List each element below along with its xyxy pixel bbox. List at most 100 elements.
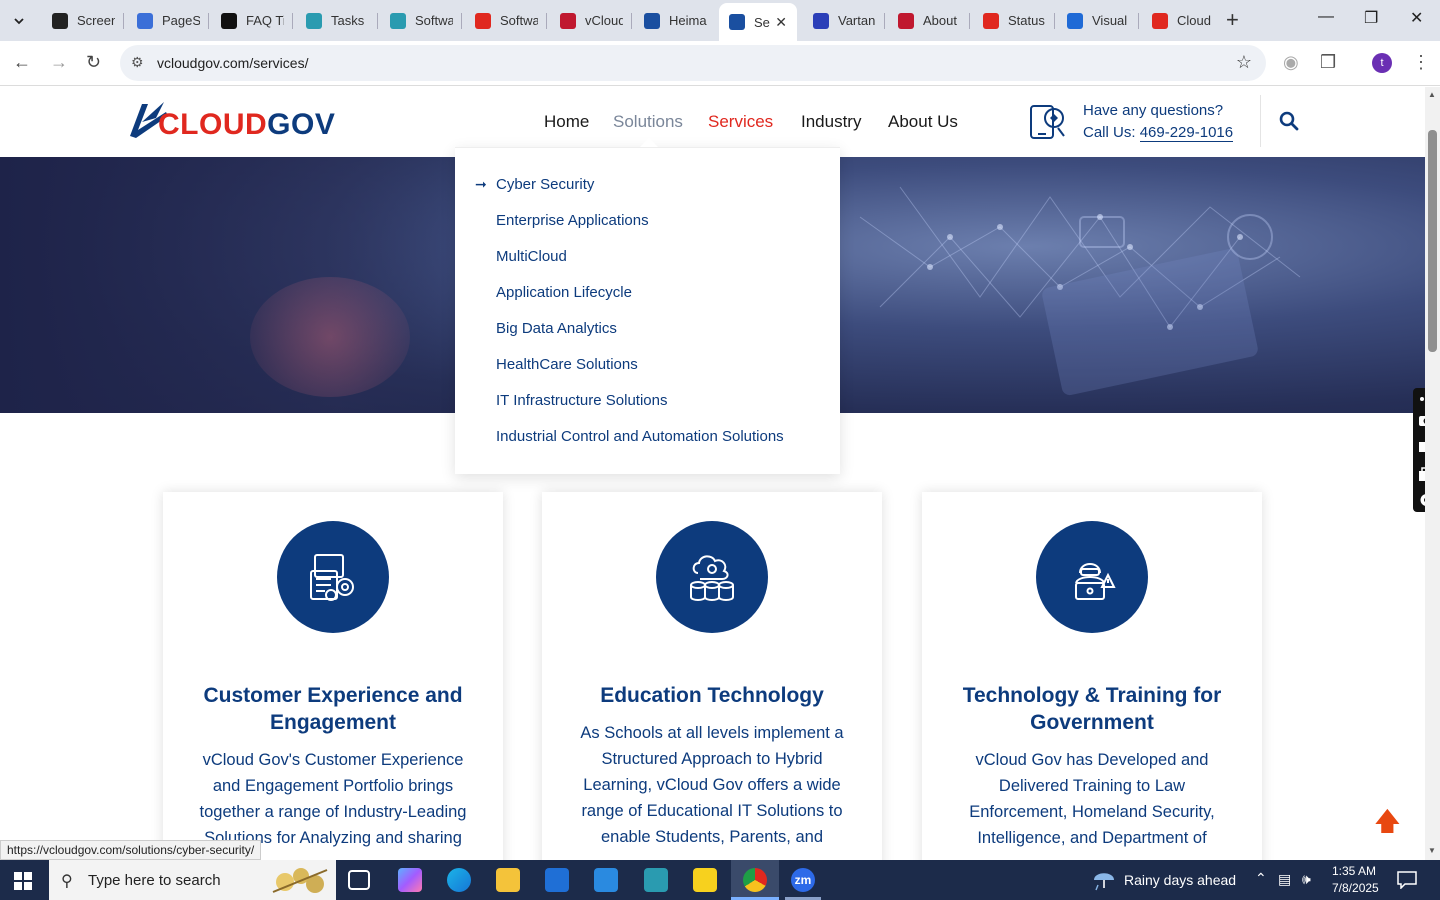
tab-favicon-icon [475,12,491,29]
tab-separator [377,13,378,29]
dropdown-item-enterprise-applications[interactable]: Enterprise Applications [496,212,649,229]
contact-question: Have any questions? [1083,102,1224,119]
browser-tab[interactable]: FAQ Ti [211,6,287,35]
service-card-government-training[interactable]: Technology & Training for Government vCl… [922,492,1262,860]
tab-search-button[interactable] [6,8,32,34]
nav-home[interactable]: Home [544,112,589,132]
page-scrollbar[interactable]: ▲ ▼ [1425,87,1440,860]
card-text-line: Structured Approach to Hybrid [601,750,823,768]
service-card-education-technology[interactable]: Education Technology As Schools at all l… [542,492,882,860]
close-window-button[interactable]: ✕ [1410,8,1423,28]
tab-favicon-icon [898,12,914,29]
browser-tab[interactable]: Cloud [1142,6,1218,35]
zoom-app-icon[interactable]: zm [791,868,815,892]
browser-tab[interactable]: Vartan [803,6,879,35]
sticky-notes-icon[interactable] [693,868,717,892]
browser-tab[interactable]: Se ✕ [719,3,797,41]
scroll-down-arrow-icon[interactable]: ▼ [1428,846,1436,855]
maximize-button[interactable]: ❐ [1364,8,1378,28]
tab-separator [1054,13,1055,29]
dropdown-item-it-infrastructure[interactable]: IT Infrastructure Solutions [496,392,667,409]
site-info-icon[interactable]: ⚙ [131,54,144,71]
close-tab-icon[interactable]: ✕ [775,14,787,31]
copilot-icon[interactable] [398,868,422,892]
card-icon-circle [656,521,768,633]
new-tab-button[interactable]: + [1226,9,1239,31]
document-settings-icon [310,554,354,601]
card-text-line: enable Students, Parents, and [601,828,823,846]
browser-tab[interactable]: Screen [42,6,118,35]
windows-start-icon[interactable] [14,872,32,890]
cloudgov-logo[interactable]: CLOUDGOV [128,100,335,141]
service-card-customer-experience[interactable]: Customer Experience and Engagement vClou… [163,492,503,860]
chrome-icon[interactable] [743,868,767,892]
taskbar-search-placeholder: Type here to search [88,872,221,889]
minimize-button[interactable]: — [1318,8,1334,26]
browser-tab[interactable]: PageSp [127,6,203,35]
microsoft-store-icon[interactable] [545,868,569,892]
back-to-top-arrow-icon[interactable]: 🡅 [1374,803,1401,847]
task-view-icon[interactable] [348,870,370,890]
browser-tab[interactable]: vCloud [550,6,626,35]
browser-tab[interactable]: Softwa [465,6,541,35]
card-title: Education Technology [600,684,824,707]
browser-tab[interactable]: About [888,6,964,35]
forward-button[interactable]: → [50,52,68,73]
browser-menu-icon[interactable]: ⋮ [1412,52,1430,73]
browser-tab[interactable]: Status [973,6,1049,35]
dropdown-item-cyber-security[interactable]: Cyber Security [496,176,594,193]
tab-separator [123,13,124,29]
browser-tab[interactable]: Visual [1057,6,1133,35]
back-button[interactable]: ← [13,52,31,73]
file-explorer-icon[interactable] [496,868,520,892]
dropdown-item-application-lifecycle[interactable]: Application Lifecycle [496,284,632,301]
app-icon[interactable] [644,868,668,892]
translate-icon[interactable]: ◉ [1283,52,1299,73]
hacker-laptop-icon [1075,563,1116,600]
network-icon[interactable]: ▤ [1278,871,1291,888]
contact-phone-link[interactable]: 469-229-1016 [1139,124,1234,142]
extensions-icon[interactable]: ❒ [1320,52,1336,73]
tab-title: Screen [77,13,115,28]
dropdown-item-industrial-control[interactable]: Industrial Control and Automation Soluti… [496,428,784,445]
bookmark-star-icon[interactable]: ☆ [1236,52,1252,73]
notifications-icon[interactable] [1397,871,1417,889]
clock-date[interactable]: 7/8/2025 [1332,881,1379,895]
address-url[interactable]: vcloudgov.com/services/ [157,55,308,71]
card-text-line: together a range of Industry-Leading [199,803,467,821]
mail-icon[interactable] [594,868,618,892]
umbrella-weather-icon[interactable] [1092,869,1116,891]
tab-title: About [923,13,957,28]
scroll-thumb[interactable] [1428,130,1437,352]
card-text-line: Learning, vCloud Gov offers a wide [583,776,841,794]
nav-services[interactable]: Services [708,112,773,132]
address-bar[interactable]: ⚙ vcloudgov.com/services/ ☆ [120,45,1266,81]
browser-tab[interactable]: Tasks [296,6,372,35]
scroll-up-arrow-icon[interactable]: ▲ [1428,90,1436,99]
browser-tab[interactable]: Heima [634,6,710,35]
volume-icon[interactable]: 🕪 [1302,871,1311,888]
tab-title: Visual [1092,13,1128,28]
nav-solutions[interactable]: Solutions [613,112,683,132]
dropdown-item-healthcare-solutions[interactable]: HealthCare Solutions [496,356,638,373]
search-icon[interactable] [1279,111,1299,131]
edge-browser-icon[interactable] [447,868,471,892]
nav-industry[interactable]: Industry [801,112,861,132]
card-icon-circle [277,521,389,633]
tab-separator [546,13,547,29]
reload-button[interactable]: ↻ [86,52,101,73]
profile-avatar[interactable]: t [1372,53,1392,73]
dropdown-item-big-data-analytics[interactable]: Big Data Analytics [496,320,617,337]
tab-title: Softwa [415,13,453,28]
card-text-line: vCloud Gov has Developed and [975,751,1209,769]
card-title: Customer Experience and Engagement [203,684,463,734]
tab-favicon-icon [137,12,153,29]
browser-tab[interactable]: Softwa [380,6,456,35]
dropdown-item-multicloud[interactable]: MultiCloud [496,248,567,265]
weather-text[interactable]: Rainy days ahead [1124,872,1236,888]
nav-about-us[interactable]: About Us [888,112,958,132]
clock-time[interactable]: 1:35 AM [1332,864,1376,878]
tab-favicon-icon [983,12,999,29]
taskbar-search-box[interactable]: ⚲ Type here to search [49,860,336,900]
chevron-up-icon[interactable]: ⌃ [1255,870,1267,887]
